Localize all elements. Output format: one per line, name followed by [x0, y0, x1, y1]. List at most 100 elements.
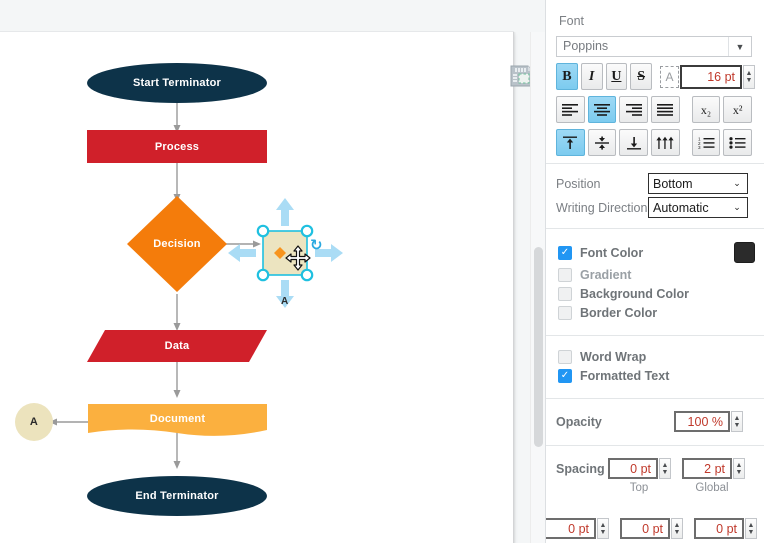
border-color-row[interactable]: Border Color	[558, 306, 755, 320]
stepper-down-icon[interactable]: ▼	[746, 77, 753, 84]
node-end-terminator-label-wrap: End Terminator	[87, 476, 267, 516]
italic-icon: I	[588, 68, 595, 84]
underline-icon: U	[611, 68, 622, 84]
chevron-down-icon[interactable]: ▼	[728, 37, 751, 56]
spacing-bottom-stepper[interactable]: ▲ ▼	[671, 518, 683, 539]
spacing-bottom-input[interactable]: 0 pt	[620, 518, 670, 539]
font-size-input[interactable]: 16 pt	[680, 64, 742, 89]
spacing-right-input[interactable]: 0 pt	[694, 518, 744, 539]
spacing-top-stepper[interactable]: ▲ ▼	[659, 458, 671, 479]
stepper-down-icon[interactable]: ▼	[674, 529, 681, 536]
spacing-top-input[interactable]: 0 pt	[608, 458, 658, 479]
canvas-area[interactable]: Start Terminator Process Decision Data D…	[0, 0, 545, 543]
word-wrap-label: Word Wrap	[580, 350, 647, 364]
font-color-checkbox[interactable]	[558, 245, 572, 260]
bold-button[interactable]: B	[556, 63, 578, 90]
formatted-text-checkbox[interactable]	[558, 369, 572, 383]
writing-direction-value: Automatic	[653, 200, 709, 215]
bulleted-list-button[interactable]	[723, 129, 753, 156]
spacing-sublabels: Top Global	[556, 482, 755, 494]
font-size-stepper[interactable]: ▲ ▼	[743, 64, 755, 89]
background-color-label: Background Color	[580, 287, 690, 301]
bulleted-list-icon	[729, 137, 746, 149]
superscript-button[interactable]: x²	[723, 96, 753, 123]
gradient-row[interactable]: Gradient	[558, 268, 755, 282]
node-document-label-wrap: Document	[88, 404, 267, 434]
node-label: Decision	[153, 238, 201, 250]
align-center-button[interactable]	[587, 96, 617, 123]
node-connector-a-label-wrap: A	[15, 403, 53, 441]
valign-bottom-button[interactable]	[619, 129, 649, 156]
align-right-icon	[625, 103, 642, 116]
background-color-row[interactable]: Background Color	[558, 287, 755, 301]
chevron-down-icon[interactable]: ⌄	[727, 178, 747, 189]
spacing-section: Spacing 0 pt ▲ ▼ 2 pt ▲ ▼ Top Global	[546, 446, 764, 500]
writing-direction-select[interactable]: Automatic ⌄	[648, 197, 748, 218]
font-properties-sidebar[interactable]: Font Poppins ▼ B I U S A 16 pt ▲ ▼ x₂ x²…	[545, 0, 764, 543]
gradient-checkbox[interactable]	[558, 268, 572, 282]
writing-direction-row: Writing Direction Automatic ⌄	[556, 197, 755, 218]
spacing-top-value: 0 pt	[630, 461, 651, 476]
stepper-down-icon[interactable]: ▼	[736, 469, 743, 476]
align-center-icon	[594, 103, 610, 116]
spacing-global-input[interactable]: 2 pt	[682, 458, 732, 479]
spacing-label: Spacing	[556, 461, 605, 476]
color-options-section: Font Color Gradient Background Color Bor…	[546, 229, 764, 336]
font-family-select[interactable]: Poppins ▼	[556, 36, 752, 57]
handle-top-right	[300, 224, 314, 238]
strikethrough-button[interactable]: S	[630, 63, 652, 90]
border-color-checkbox[interactable]	[558, 306, 572, 320]
stepper-down-icon[interactable]: ▼	[600, 529, 607, 536]
valign-middle-button[interactable]	[587, 129, 617, 156]
spacing-bottom-row: 0 pt ▲ ▼ 0 pt ▲ ▼ 0 pt ▲ ▼	[546, 518, 764, 539]
stepper-down-icon[interactable]: ▼	[662, 469, 669, 476]
formatted-text-label: Formatted Text	[580, 369, 670, 383]
word-wrap-checkbox[interactable]	[558, 350, 572, 364]
stepper-up-icon[interactable]: ▲	[746, 70, 753, 77]
subscript-button[interactable]: x₂	[691, 96, 721, 123]
spacing-left-stepper[interactable]: ▲ ▼	[597, 518, 609, 539]
spacing-global-stepper[interactable]: ▲ ▼	[733, 458, 745, 479]
background-color-checkbox[interactable]	[558, 287, 572, 301]
formatted-text-row[interactable]: Formatted Text	[558, 369, 755, 383]
stepper-down-icon[interactable]: ▼	[734, 422, 741, 429]
canvas-vertical-scrollbar[interactable]	[530, 32, 545, 543]
italic-button[interactable]: I	[580, 63, 603, 90]
word-wrap-row[interactable]: Word Wrap	[558, 350, 755, 364]
diagram-page[interactable]: Start Terminator Process Decision Data D…	[0, 32, 513, 543]
selection-overlay[interactable]	[210, 172, 370, 322]
stepper-up-icon[interactable]: ▲	[748, 522, 755, 529]
position-section: Position Bottom ⌄ Writing Direction Auto…	[546, 164, 764, 229]
stepper-up-icon[interactable]: ▲	[662, 462, 669, 469]
valign-middle-icon	[595, 136, 609, 150]
chevron-down-icon[interactable]: ⌄	[727, 202, 747, 213]
underline-button[interactable]: U	[605, 63, 628, 90]
scrollbar-thumb[interactable]	[534, 247, 543, 447]
stepper-up-icon[interactable]: ▲	[674, 522, 681, 529]
stepper-down-icon[interactable]: ▼	[748, 529, 755, 536]
position-value: Bottom	[653, 176, 693, 191]
valign-top-button[interactable]	[556, 129, 585, 156]
valign-top-icon	[563, 136, 578, 149]
stepper-up-icon[interactable]: ▲	[736, 462, 743, 469]
font-color-row[interactable]: Font Color	[558, 242, 755, 263]
spacing-right-stepper[interactable]: ▲ ▼	[745, 518, 757, 539]
align-right-button[interactable]	[619, 96, 649, 123]
position-row: Position Bottom ⌄	[556, 173, 755, 194]
strikethrough-icon: S	[637, 68, 646, 84]
align-left-button[interactable]	[556, 96, 585, 123]
position-select[interactable]: Bottom ⌄	[648, 173, 748, 194]
bold-icon: B	[562, 68, 572, 84]
numbered-list-button[interactable]: 1 2 3	[691, 129, 721, 156]
valign-justify-button[interactable]	[651, 129, 680, 156]
align-justify-button[interactable]	[651, 96, 680, 123]
auto-font-size-icon[interactable]: A	[660, 65, 679, 88]
opacity-stepper[interactable]: ▲ ▼	[731, 411, 743, 432]
stepper-up-icon[interactable]: ▲	[734, 415, 741, 422]
stepper-up-icon[interactable]: ▲	[600, 522, 607, 529]
opacity-input[interactable]: 100 %	[674, 411, 730, 432]
spacing-left-input[interactable]: 0 pt	[546, 518, 596, 539]
rotate-handle-icon[interactable]: ↻	[310, 238, 323, 253]
opacity-row: Opacity 100 % ▲ ▼	[556, 411, 755, 432]
font-color-swatch[interactable]	[734, 242, 755, 263]
